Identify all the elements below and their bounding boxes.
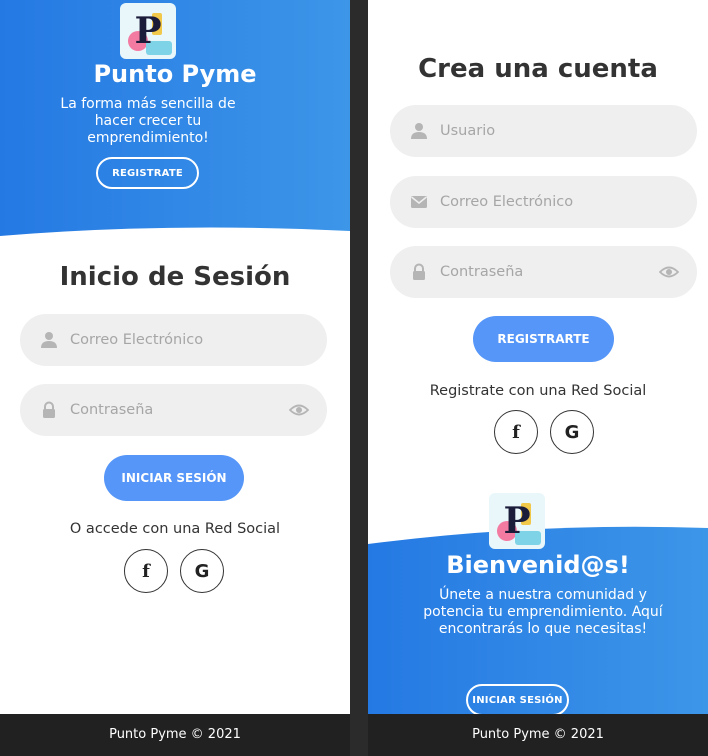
app-tagline: La forma más sencilla de hacer crecer tu… [60,96,236,146]
register-password-placeholder: Contraseña [440,264,524,280]
panel-divider [350,0,368,756]
login-social-text: O accede con una Red Social [69,521,281,537]
register-button[interactable]: REGISTRATE [96,157,199,189]
register-user-placeholder: Usuario [440,123,496,139]
login-hero: P Punto Pyme La forma más sencilla de ha… [0,0,350,250]
login-footer: Punto Pyme © 2021 [0,714,350,756]
user-icon [411,123,427,139]
login-view: P Punto Pyme La forma más sencilla de ha… [0,0,350,756]
register-title: Crea una cuenta [418,54,658,84]
login-password-placeholder: Contraseña [70,402,154,418]
login-submit-button[interactable]: INICIAR SESIÓN [104,455,244,501]
login-button[interactable]: INICIAR SESIÓN [466,684,569,714]
google-icon[interactable]: G [550,410,594,454]
login-email-placeholder: Correo Electrónico [70,332,204,348]
facebook-icon[interactable]: f [124,549,168,593]
eye-icon[interactable] [659,263,679,281]
login-title: Inicio de Sesión [59,262,291,292]
facebook-icon[interactable]: f [494,410,538,454]
user-icon [41,332,57,348]
register-social-text: Registrate con una Red Social [429,383,647,399]
app-logo: P [120,3,176,59]
lock-icon [43,401,55,418]
register-hero: P Bienvenid@s! Únete a nuestra comunidad… [368,490,708,714]
welcome-title: Bienvenid@s! [446,551,630,579]
login-password-field[interactable]: Contraseña [20,384,327,436]
welcome-message: Únete a nuestra comunidad y potencia tu … [423,587,663,637]
register-password-field[interactable]: Contraseña [390,246,697,298]
google-icon[interactable]: G [180,549,224,593]
envelope-icon [411,196,427,208]
register-email-field[interactable]: Correo Electrónico [390,176,697,228]
register-user-field[interactable]: Usuario [390,105,697,157]
login-email-field[interactable]: Correo Electrónico [20,314,327,366]
app-logo: P [489,493,545,549]
eye-icon[interactable] [289,401,309,419]
register-submit-button[interactable]: REGISTRARTE [473,316,614,362]
lock-icon [413,263,425,280]
register-footer: Punto Pyme © 2021 [368,714,708,756]
register-email-placeholder: Correo Electrónico [440,194,574,210]
app-name: Punto Pyme [93,60,257,88]
register-view: Crea una cuenta Usuario Correo Electróni… [368,0,708,756]
